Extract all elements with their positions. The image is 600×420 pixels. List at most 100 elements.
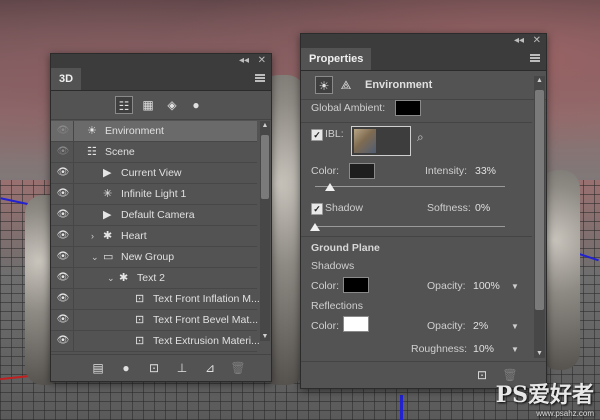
scroll-up-arrow-icon[interactable]: ▲ xyxy=(260,122,270,129)
expand-toggle-icon[interactable]: › xyxy=(91,226,94,246)
properties-tabbar: Properties xyxy=(301,48,546,71)
properties-titlebar[interactable]: ◂◂ ✕ xyxy=(301,34,546,48)
visibility-eye-icon[interactable]: 👁 xyxy=(55,184,71,204)
intensity-value[interactable]: 33% xyxy=(475,165,496,177)
ground-plane-heading: Ground Plane xyxy=(311,242,380,254)
render-icon[interactable]: ⊡ xyxy=(145,360,163,376)
layer-name: Environment xyxy=(105,125,164,137)
materials-filter-icon[interactable]: ◈ xyxy=(163,96,181,114)
properties-scrollbar[interactable]: ▲ ▼ xyxy=(534,76,545,358)
visibility-eye-icon[interactable]: 👁 xyxy=(55,331,71,351)
reflections-color-swatch[interactable] xyxy=(343,316,369,332)
camera-icon: ▶ xyxy=(103,209,112,221)
collapse-properties-button[interactable]: ◂◂ xyxy=(514,35,524,46)
row-divider xyxy=(73,268,74,288)
layer-list-scrollbar[interactable]: ▲ ▼ xyxy=(260,121,270,341)
visibility-eye-icon[interactable]: 👁 xyxy=(55,310,71,330)
panel-menu-icon[interactable] xyxy=(255,74,265,82)
ibl-checkbox[interactable]: ✓ xyxy=(311,129,323,141)
intensity-label: Intensity: xyxy=(425,165,468,177)
light-icon: ✳ xyxy=(103,188,113,200)
properties-scroll-down-icon[interactable]: ▼ xyxy=(534,350,545,357)
folder-icon: ▭ xyxy=(103,251,114,263)
softness-slider-knob[interactable] xyxy=(310,223,320,231)
shadows-color-swatch[interactable] xyxy=(343,277,369,293)
shadows-opacity-label: Opacity: xyxy=(427,280,466,292)
collapse-panel-button[interactable]: ◂◂ xyxy=(239,55,249,66)
row-divider xyxy=(73,121,74,141)
shadows-opacity-dropdown-icon[interactable]: ▼ xyxy=(511,282,519,291)
roughness-value[interactable]: 10% xyxy=(473,343,494,355)
drop-to-plane-icon[interactable]: ⊥ xyxy=(173,360,191,376)
layer-row[interactable]: 👁 ⊡ Text Front Bevel Mat... xyxy=(51,310,259,331)
visibility-eye-icon[interactable]: 👁 xyxy=(55,226,71,246)
ibl-texture-preview[interactable] xyxy=(351,126,411,156)
reflections-opacity-dropdown-icon[interactable]: ▼ xyxy=(511,322,519,331)
intensity-slider-track[interactable] xyxy=(315,186,505,187)
tab-3d[interactable]: 3D xyxy=(51,68,82,90)
meshes-filter-icon[interactable]: ▦ xyxy=(139,96,157,114)
layer-row[interactable]: 👁 ⊡ Text Extrusion Materi... xyxy=(51,331,260,352)
visibility-eye-icon[interactable]: 👁 xyxy=(55,268,71,288)
softness-value[interactable]: 0% xyxy=(475,202,490,214)
layer-name: Text Front Bevel Mat... xyxy=(153,314,259,326)
delete-icon[interactable]: 🗑 xyxy=(229,360,247,376)
panel-3d-titlebar[interactable]: ◂◂ ✕ xyxy=(51,54,271,68)
layer-row[interactable]: 👁 ✳ Infinite Light 1 xyxy=(51,184,257,205)
layer-row[interactable]: 👁 ⊡ Text Front Inflation M... xyxy=(51,289,260,310)
intensity-slider-knob[interactable] xyxy=(325,183,336,191)
edit-texture-icon[interactable]: ⌕ xyxy=(417,130,424,145)
constraint-icon[interactable]: ⊿ xyxy=(201,360,219,376)
scene-mode-icon[interactable]: ⟁ xyxy=(337,76,355,94)
layer-name: Infinite Light 1 xyxy=(121,188,187,200)
properties-scrollbar-thumb[interactable] xyxy=(535,90,544,310)
layer-row[interactable]: 👁 › ✱ Heart xyxy=(51,226,257,247)
layer-row[interactable]: 👁 ⌄ ✱ Text 2 xyxy=(51,268,257,289)
shadow-checkbox[interactable]: ✓ xyxy=(311,203,323,215)
ibl-label: IBL: xyxy=(325,128,344,140)
tab-properties[interactable]: Properties xyxy=(301,48,372,70)
add-light-icon[interactable]: ● xyxy=(117,360,135,376)
scrollbar-thumb[interactable] xyxy=(261,135,269,199)
close-panel-button[interactable]: ✕ xyxy=(258,55,266,66)
whole-scene-filter-icon[interactable]: ☷ xyxy=(115,96,133,114)
render-preview-icon[interactable]: ⊡ xyxy=(473,367,491,383)
watermark-url: www.psahz.com xyxy=(536,409,594,418)
visibility-eye-icon[interactable]: 👁 xyxy=(55,289,71,309)
properties-menu-icon[interactable] xyxy=(530,54,540,62)
global-ambient-label: Global Ambient: xyxy=(311,102,386,114)
lights-filter-icon[interactable]: ● xyxy=(187,96,205,114)
layer-row[interactable]: 👁 ▶ Current View xyxy=(51,163,257,184)
properties-scroll-up-icon[interactable]: ▲ xyxy=(534,77,545,84)
softness-slider-track[interactable] xyxy=(315,226,505,227)
roughness-dropdown-icon[interactable]: ▼ xyxy=(511,345,519,354)
layer-name: Heart xyxy=(121,230,147,242)
watermark-logo: PS爱好者 www.psahz.com xyxy=(496,377,594,418)
visibility-eye-icon[interactable]: 👁 xyxy=(55,247,71,267)
reflections-opacity-value[interactable]: 2% xyxy=(473,320,488,332)
row-divider xyxy=(73,205,74,225)
ibl-thumbnail xyxy=(354,129,376,153)
environment-icon[interactable]: ☀ xyxy=(315,76,333,94)
layer-row[interactable]: 👁 ▶ Default Camera xyxy=(51,205,257,226)
shadows-opacity-value[interactable]: 100% xyxy=(473,280,500,292)
row-divider xyxy=(73,184,74,204)
global-ambient-swatch[interactable] xyxy=(395,100,421,116)
add-mesh-icon[interactable]: ▤ xyxy=(89,360,107,376)
visibility-eye-icon[interactable]: 👁 xyxy=(55,121,71,141)
layer-name: Text 2 xyxy=(137,272,166,284)
layer-row[interactable]: 👁 ⌄ ▭ New Group xyxy=(51,247,257,268)
scroll-down-arrow-icon[interactable]: ▼ xyxy=(260,333,270,340)
layer-row[interactable]: 👁 ☷ Scene xyxy=(51,142,257,163)
ibl-color-swatch[interactable] xyxy=(349,163,375,179)
visibility-eye-icon[interactable]: 👁 xyxy=(55,142,71,162)
camera-icon: ▶ xyxy=(103,167,112,179)
section-title: Environment xyxy=(365,79,433,91)
expand-toggle-icon[interactable]: ⌄ xyxy=(107,268,115,288)
shadows-heading: Shadows xyxy=(311,260,355,272)
expand-toggle-icon[interactable]: ⌄ xyxy=(91,247,99,267)
visibility-eye-icon[interactable]: 👁 xyxy=(55,205,71,225)
layer-row[interactable]: 👁 ☀ Environment xyxy=(51,121,257,142)
visibility-eye-icon[interactable]: 👁 xyxy=(55,163,71,183)
close-properties-button[interactable]: ✕ xyxy=(533,35,541,46)
